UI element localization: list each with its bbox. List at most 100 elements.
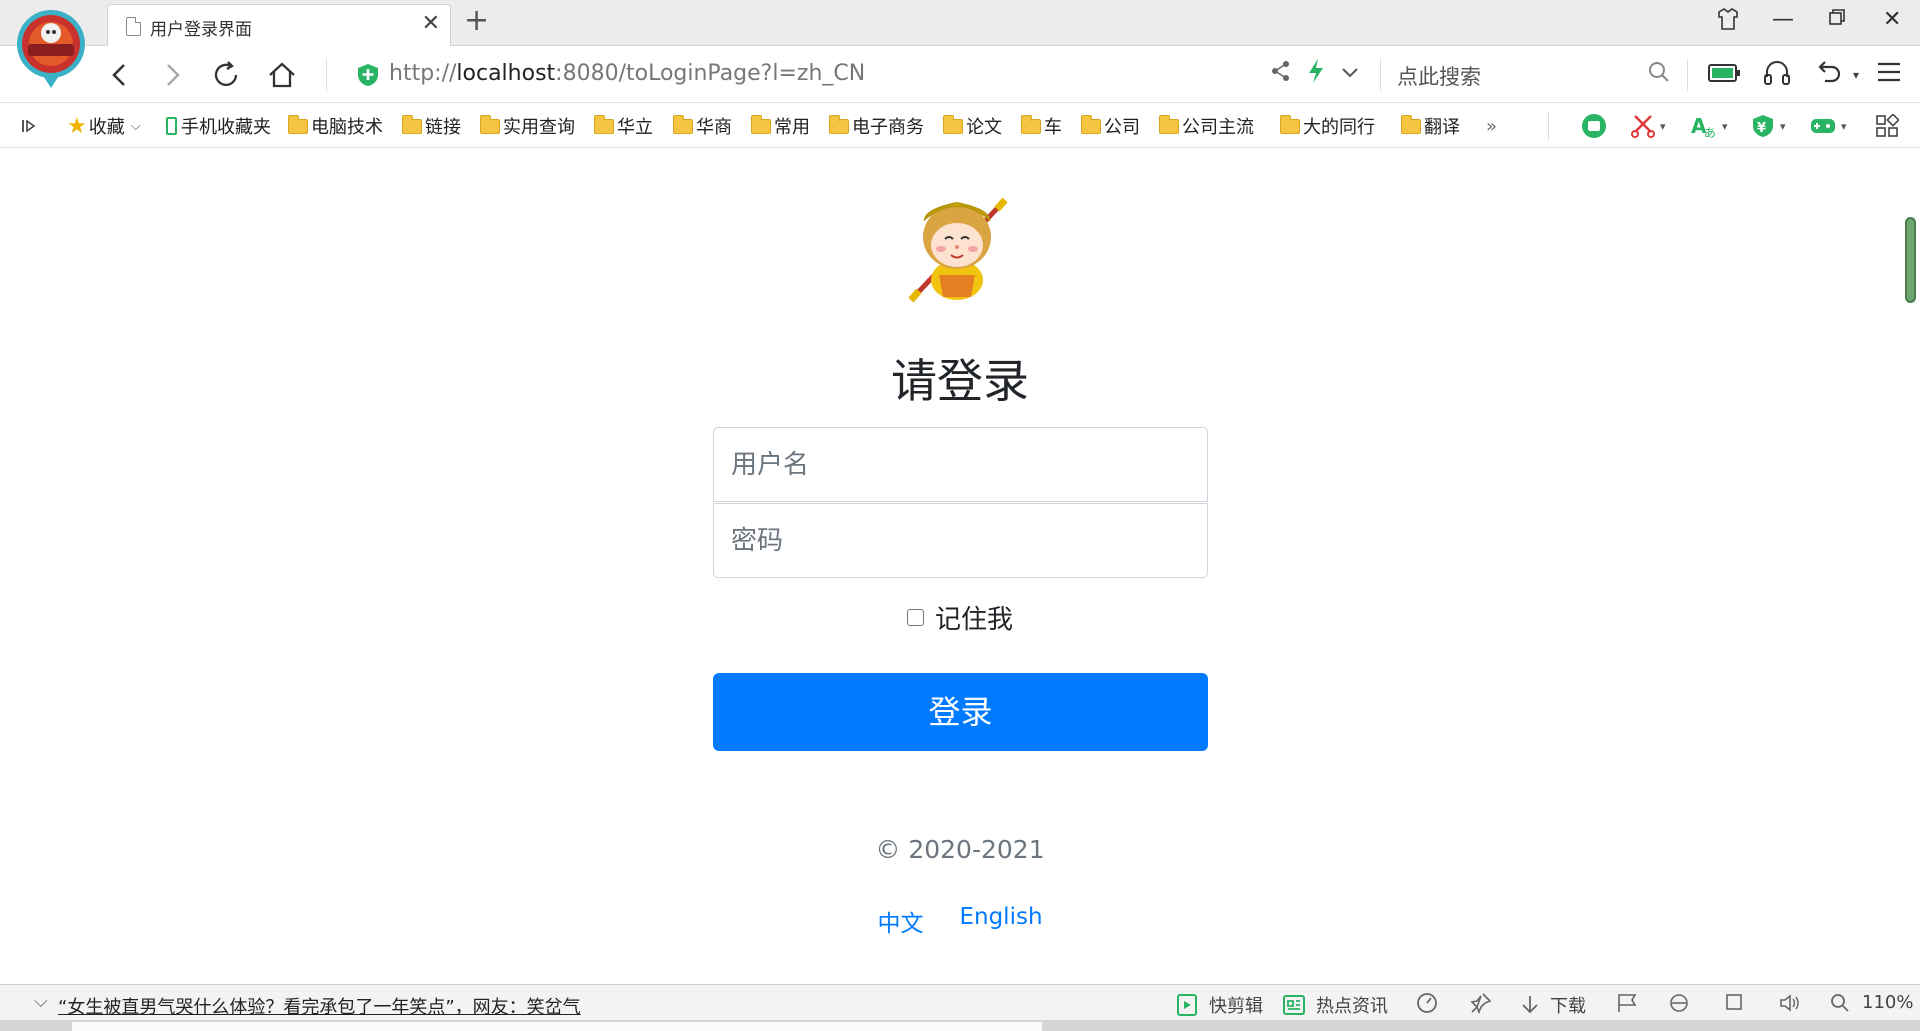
chevron-down-icon: ▾ [1780,119,1786,133]
new-tab-icon[interactable]: + [464,6,489,36]
scrollbar-thumb[interactable] [1905,217,1916,303]
bookmark-folder[interactable]: 公司 [1081,114,1140,138]
translate-icon[interactable]: Aあ ▾ [1690,114,1728,139]
folder-icon [1401,114,1421,134]
bookmark-folder[interactable]: 链接 [402,114,461,138]
refresh-icon[interactable] [209,57,245,93]
chevron-down-icon[interactable]: ▾ [1838,57,1874,93]
bookmark-label: 常用 [774,117,810,138]
folder-icon [402,114,422,134]
svg-text:あ: あ [1704,126,1716,139]
close-window-icon[interactable]: ✕ [1883,8,1901,32]
bookmark-folder[interactable]: 大的同行 [1280,114,1375,138]
url-host: localhost [456,61,556,86]
bookmark-folder[interactable]: 华立 [594,114,653,138]
close-tab-icon[interactable]: ✕ [422,13,440,35]
scissors-icon[interactable]: ▾ [1630,114,1666,138]
folder-icon [751,114,771,134]
bookmark-folder[interactable]: 翻译 [1401,114,1460,138]
chevron-down-icon: ⌵ [130,118,141,134]
headphones-icon[interactable] [1759,57,1795,93]
bookmark-favorites[interactable]: ★ 收藏 ⌵ [67,114,141,139]
bookmark-folder[interactable]: 华商 [673,114,732,138]
password-field[interactable] [713,503,1208,578]
download-icon [1522,996,1538,1014]
minimize-icon[interactable]: — [1772,8,1794,32]
bookmark-folder[interactable]: 公司主流 [1159,114,1254,138]
wechat-icon[interactable] [1579,114,1609,138]
bookmark-label: 翻译 [1424,117,1460,138]
battery-icon[interactable] [1706,57,1742,93]
login-button[interactable]: 登录 [713,673,1208,751]
pin-icon[interactable] [1470,992,1492,1014]
news-ticker-link[interactable]: “女生被直男气哭什么体验？看完承包了一年笑点”，网友：笑岔气 [58,993,581,1019]
hot-news-button[interactable]: 热点资讯 [1282,992,1388,1018]
bookmarks-bar: ★ 收藏 ⌵ 手机收藏夹 电脑技术 链接 实用查询 华立 华商 常用 电子商务 … [0,104,1920,148]
bookmark-folder[interactable]: 车 [1021,114,1062,138]
language-link-english[interactable]: English [959,904,1042,938]
folder-icon [1280,114,1300,134]
zoom-control[interactable]: 110% [1830,992,1913,1013]
bookmark-mobile[interactable]: 手机收藏夹 [166,114,271,138]
bookmark-label: 大的同行 [1303,117,1375,138]
search-input[interactable]: 点此搜索 [1397,61,1481,91]
quick-edit-label: 快剪辑 [1209,996,1263,1017]
bookmark-folder[interactable]: 常用 [751,114,810,138]
address-bar[interactable]: http://localhost:8080/toLoginPage?l=zh_C… [389,61,865,86]
apps-grid-icon[interactable] [1875,114,1899,138]
login-page: 请登录 记住我 登录 © 2020-2021 中文 English [0,149,1920,984]
folder-icon [673,114,693,134]
bookmark-folder[interactable]: 电子商务 [829,114,924,138]
back-icon[interactable] [102,57,138,93]
bookmark-folder[interactable]: 论文 [943,114,1002,138]
chevron-down-icon: ▾ [1722,119,1728,133]
chevron-down-icon: ▾ [1660,119,1666,133]
quick-edit-button[interactable]: 快剪辑 [1175,992,1263,1018]
navigation-bar: http://localhost:8080/toLoginPage?l=zh_C… [0,47,1920,103]
status-bar: ⌵ “女生被直男气哭什么体验？看完承包了一年笑点”，网友：笑岔气 快剪辑 热点资… [0,984,1920,1020]
ie-icon[interactable] [1668,992,1690,1014]
bookmark-label: 华商 [696,117,732,138]
speed-icon[interactable] [1416,992,1438,1014]
more-bookmarks-icon[interactable]: » [1486,114,1497,138]
menu-icon[interactable] [1871,57,1907,93]
remember-me: 记住我 [0,599,1920,636]
news-icon [1283,995,1305,1015]
folder-icon [943,114,963,134]
folder-icon [288,114,308,134]
shopping-icon[interactable]: ¥ ▾ [1750,114,1786,138]
share-icon[interactable] [1263,57,1299,93]
remember-me-checkbox[interactable] [906,609,924,626]
easymule-logo [16,8,86,90]
skin-icon[interactable] [1716,8,1740,36]
folder-icon [480,114,500,134]
quick-edit-icon [1177,994,1197,1016]
bookmark-label: 车 [1044,117,1062,138]
browser-tab[interactable]: 用户登录界面 ✕ [107,4,451,46]
bookmark-folder[interactable]: 实用查询 [480,114,575,138]
username-field[interactable] [713,427,1208,502]
hot-news-label: 热点资讯 [1316,996,1388,1017]
language-link-chinese[interactable]: 中文 [877,904,923,938]
bookmark-label: 电脑技术 [311,117,383,138]
bookmark-label: 公司 [1104,117,1140,138]
tab-title: 用户登录界面 [150,20,252,40]
window-icon[interactable] [1724,992,1744,1012]
forward-icon[interactable] [154,57,190,93]
restore-icon[interactable] [1828,8,1846,32]
volume-icon[interactable] [1778,992,1802,1014]
download-button[interactable]: 下载 [1520,992,1586,1018]
chevron-down-icon[interactable]: ⌵ [34,991,48,1012]
home-icon[interactable] [264,57,300,93]
url-path: :8080/toLoginPage?l=zh_CN [555,61,866,86]
bookmark-folder[interactable]: 电脑技术 [288,114,383,138]
flag-icon[interactable] [1616,992,1638,1014]
gamepad-icon[interactable]: ▾ [1809,114,1847,138]
bookmark-label: 收藏 [88,117,125,138]
search-icon[interactable] [1641,57,1677,93]
bookmark-label: 手机收藏夹 [181,117,271,138]
chevron-down-icon[interactable] [1332,57,1368,93]
lightning-icon[interactable] [1298,57,1334,93]
security-shield-icon[interactable] [357,63,379,87]
sidebar-toggle-icon[interactable] [20,114,38,138]
